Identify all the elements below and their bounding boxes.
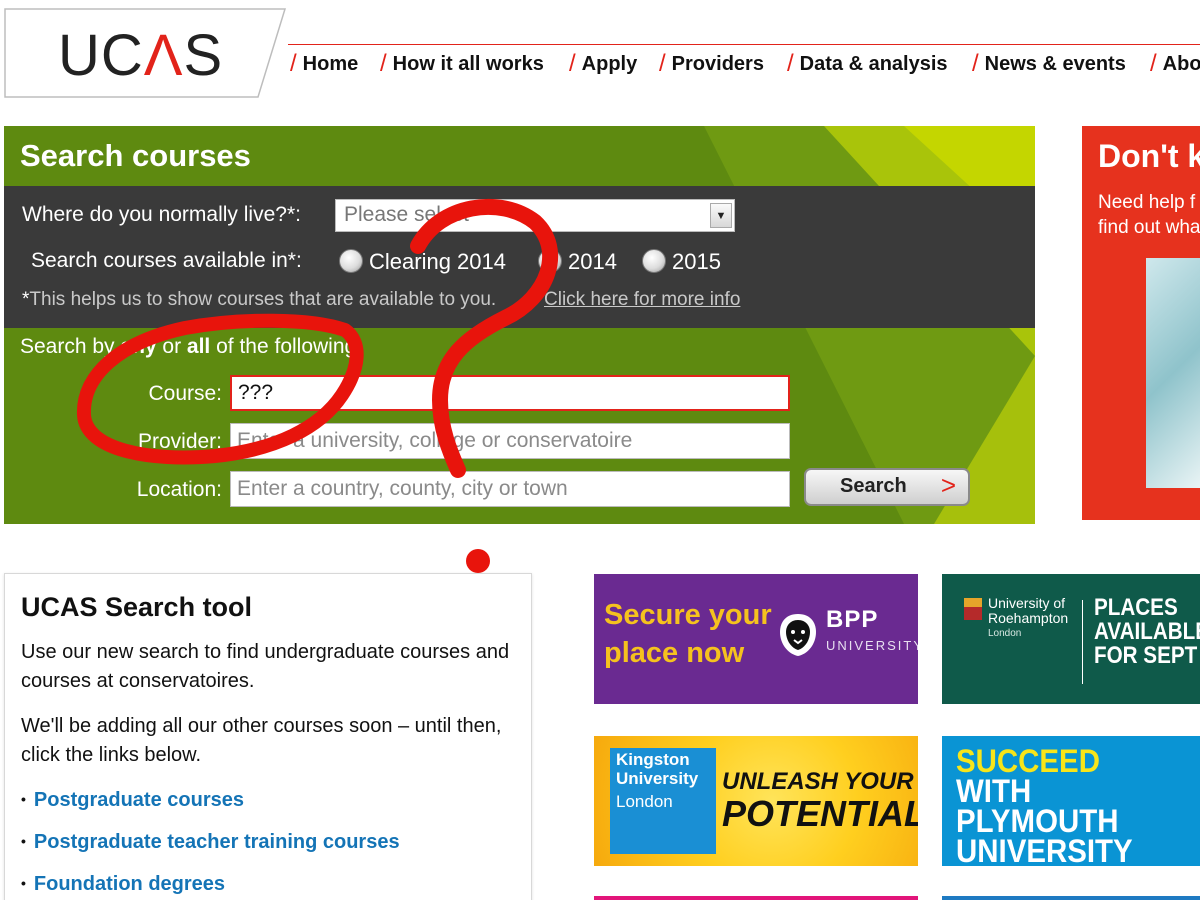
ucas-logo[interactable]: UCΛS (4, 8, 286, 98)
search-tool-intro: Use our new search to find undergraduate… (21, 641, 510, 692)
radio-2015[interactable]: 2015 (642, 249, 721, 275)
plymouth-slogan: SUCCEED WITH PLYMOUTH UNIVERSITY (956, 743, 1133, 866)
promo-title: Don't k (1098, 138, 1200, 174)
plymouth-university-ad[interactable]: SUCCEED WITH PLYMOUTH UNIVERSITY (942, 736, 1200, 866)
bpp-logo-text: BPP (826, 606, 879, 633)
search-button[interactable]: Search > (804, 468, 970, 506)
help-promo-panel[interactable]: Don't k Need help f find out wha (1082, 126, 1200, 520)
roehampton-city: London (988, 628, 1022, 639)
availability-help-text: *This helps us to show courses that are … (22, 289, 497, 310)
nav-news-events[interactable]: News & events (972, 49, 1126, 77)
residence-select-value: Please select (344, 203, 469, 226)
chevron-down-icon[interactable]: ▼ (710, 203, 732, 228)
search-courses-panel: Search courses Where do you normally liv… (4, 126, 1035, 524)
search-tool-title: UCAS Search tool (21, 592, 253, 622)
red-dot-annotation (466, 549, 490, 573)
roehampton-crest-icon (964, 598, 982, 620)
postgraduate-courses-link[interactable]: Postgraduate courses (21, 789, 244, 812)
foundation-degrees-link[interactable]: Foundation degrees (21, 873, 225, 896)
radio-circle-icon[interactable] (642, 249, 666, 273)
promo-photo (1146, 258, 1200, 488)
nav-apply[interactable]: Apply (569, 49, 638, 77)
radio-2014[interactable]: 2014 (538, 249, 617, 275)
next-ad-edge-blue (942, 896, 1200, 900)
course-label: Course: (148, 382, 222, 405)
course-input[interactable] (230, 375, 790, 411)
residence-label: Where do you normally live?*: (22, 203, 301, 226)
logo-wordmark: UCΛS (58, 23, 224, 88)
nav-about[interactable]: Abo (1150, 49, 1200, 77)
location-label: Location: (136, 478, 222, 501)
nav-data-analysis[interactable]: Data & analysis (787, 49, 948, 77)
kingston-logo-box: Kingston University London (610, 748, 716, 854)
next-ad-edge-pink (594, 896, 918, 900)
search-options-band: Where do you normally live?*: Please sel… (4, 186, 1035, 328)
more-info-link[interactable]: Click here for more info (544, 289, 740, 311)
teacher-training-link[interactable]: Postgraduate teacher training courses (21, 831, 400, 854)
main-nav: Home How it all works Apply Providers Da… (288, 44, 1200, 78)
lion-logo-icon (780, 614, 816, 656)
roehampton-ad[interactable]: University of Roehampton London PLACES AVA… (942, 574, 1200, 704)
nav-providers[interactable]: Providers (659, 49, 764, 77)
search-courses-title: Search courses (20, 138, 251, 173)
search-by-instructions: Search by any or all of the following (20, 335, 357, 358)
kingston-name: Kingston University (616, 750, 699, 788)
chevron-right-icon: > (940, 470, 956, 500)
roehampton-name: University of Roehampton (988, 595, 1069, 626)
availability-label: Search courses available in*: (31, 249, 302, 272)
promo-text: Need help f find out wha (1098, 192, 1200, 238)
residence-select[interactable]: Please select ▼ (335, 199, 735, 232)
kingston-university-ad[interactable]: Kingston University London UNLEASH YOUR PO… (594, 736, 918, 866)
provider-input[interactable] (230, 423, 790, 459)
search-tool-note: We'll be adding all our other courses so… (21, 715, 502, 766)
bpp-university-ad[interactable]: Secure your place now BPP UNIVERSITY (594, 574, 918, 704)
radio-clearing-2014[interactable]: Clearing 2014 (339, 249, 506, 275)
roehampton-places-text: PLACESAVAILABLEFOR SEPT 2 (1094, 594, 1200, 669)
roehampton-divider (1082, 600, 1083, 684)
bpp-tagline: Secure your place now (604, 599, 772, 669)
search-tool-box: UCAS Search tool Use our new search to f… (4, 573, 532, 900)
kingston-slogan: UNLEASH YOUR POTENTIAL (722, 768, 918, 834)
radio-circle-icon[interactable] (339, 249, 363, 273)
nav-how-it-all-works[interactable]: How it all works (380, 49, 544, 77)
radio-circle-icon[interactable] (538, 249, 562, 273)
location-input[interactable] (230, 471, 790, 507)
nav-home[interactable]: Home (290, 49, 359, 77)
provider-label: Provider: (137, 430, 222, 453)
bpp-logo-subtext: UNIVERSITY (826, 638, 918, 653)
kingston-city: London (616, 792, 673, 811)
